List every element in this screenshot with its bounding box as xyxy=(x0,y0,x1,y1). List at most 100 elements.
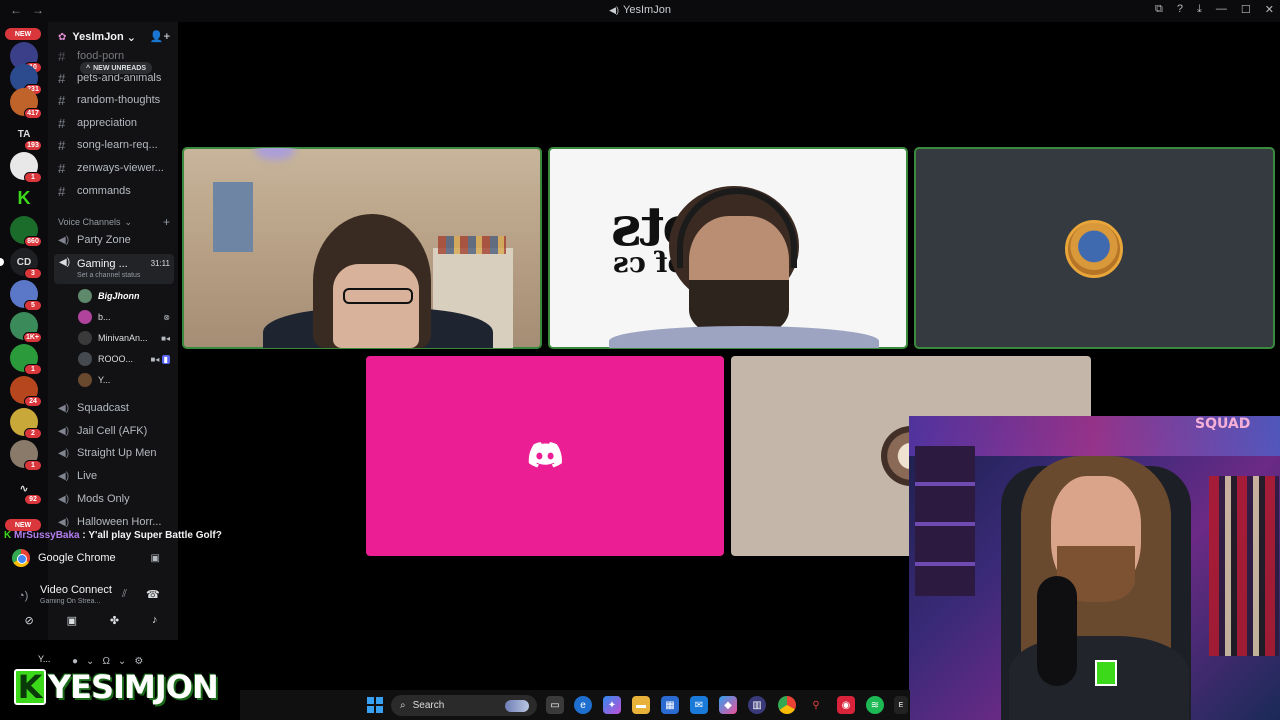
chevron-down-icon[interactable]: ⌄ xyxy=(86,656,94,667)
voice-user[interactable]: MinivanAn... ■◂ xyxy=(78,328,170,348)
hash-icon: # xyxy=(58,48,66,64)
speaker-icon: ◀) xyxy=(58,425,70,437)
voice-user[interactable]: Y... xyxy=(78,370,170,390)
maximize-icon[interactable]: ☐ xyxy=(1241,3,1251,16)
screen-share-icon[interactable]: ⧉ xyxy=(1155,3,1163,16)
voice-channels-category[interactable]: Voice Channels ⌄ + xyxy=(58,215,170,229)
channel-status[interactable]: Set a channel status xyxy=(77,272,140,279)
voice-user[interactable]: b... ⊗ xyxy=(78,307,170,327)
chevron-up-icon: ^ xyxy=(86,64,91,72)
server-icon[interactable]: 1 xyxy=(10,344,42,375)
server-icon-ta[interactable]: TA 193 xyxy=(10,120,42,151)
active-voice-name: Gaming ... xyxy=(77,258,128,270)
server-icon[interactable]: 860 xyxy=(10,216,42,247)
person-shirt xyxy=(609,326,879,348)
office-icon[interactable]: ◆ xyxy=(719,696,737,714)
search-placeholder: Search xyxy=(412,700,445,711)
text-channel-song-learn[interactable]: # song-learn-req... xyxy=(58,135,158,155)
server-icon[interactable]: 1 xyxy=(10,152,42,183)
new-pill-top[interactable]: NEW xyxy=(5,28,41,40)
unread-badge: 3 xyxy=(24,268,42,279)
soundboard-icon[interactable]: ♪ xyxy=(152,614,158,636)
text-channel-random-thoughts[interactable]: # random-thoughts xyxy=(58,90,160,110)
voice-channel-jail-cell[interactable]: ◀) Jail Cell (AFK) xyxy=(58,421,147,441)
channel-label: Straight Up Men xyxy=(77,447,157,459)
server-icon[interactable]: 1 xyxy=(10,440,42,471)
server-icon[interactable]: ∿ 92 xyxy=(10,474,42,505)
kick-server-icon[interactable]: K xyxy=(10,184,38,212)
neon-sign: SQUAD xyxy=(1195,416,1251,432)
obs-icon[interactable]: ◉ xyxy=(837,696,855,714)
task-view-icon[interactable]: ▭ xyxy=(546,696,564,714)
map-pin-icon[interactable]: ⚲ xyxy=(807,696,825,714)
server-name: YesImJon xyxy=(72,31,124,43)
microphone xyxy=(1037,576,1077,686)
video-tile-webcam-2[interactable]: rots of cs xyxy=(548,147,908,349)
copilot-icon[interactable]: ✦ xyxy=(603,696,621,714)
voice-channel-name[interactable]: Gaming On Strea... xyxy=(40,598,110,605)
server-icon[interactable]: 24 xyxy=(10,376,42,407)
voice-channel-squadcast[interactable]: ◀) Squadcast xyxy=(58,398,129,418)
channel-label: random-thoughts xyxy=(77,94,161,106)
username[interactable]: Y... xyxy=(38,654,50,664)
stream-icon[interactable]: ▣ xyxy=(151,553,160,564)
text-channel-commands[interactable]: # commands xyxy=(58,181,131,201)
text-channel-zenways-viewer[interactable]: # zenways-viewer... xyxy=(58,158,164,178)
speaker-icon: ◀) xyxy=(58,470,70,482)
video-tile-webcam-1[interactable] xyxy=(182,147,542,349)
app-icon[interactable]: ▥ xyxy=(748,696,766,714)
file-explorer-icon[interactable]: ▬ xyxy=(632,696,650,714)
voice-user[interactable]: BigJhonn xyxy=(78,286,170,306)
server-icon-cd[interactable]: CD 3 xyxy=(10,248,42,279)
taskbar-search[interactable]: ⌕ Search xyxy=(391,695,537,716)
epic-games-icon[interactable]: E xyxy=(894,696,908,714)
text-channel-appreciation[interactable]: # appreciation xyxy=(58,113,137,133)
speaker-icon: ◀) xyxy=(58,516,70,528)
microphone-icon[interactable]: ● xyxy=(72,656,78,667)
hash-icon: # xyxy=(58,92,66,108)
voice-channel-halloween[interactable]: ◀) Halloween Horr... xyxy=(58,512,161,532)
add-channel-icon[interactable]: + xyxy=(163,215,170,229)
mail-icon[interactable]: ✉ xyxy=(690,696,708,714)
channel-label: food-porn xyxy=(77,50,125,62)
voice-channel-party-zone[interactable]: ◀) Party Zone xyxy=(58,230,131,250)
server-icon[interactable]: 1K+ xyxy=(10,312,42,343)
new-unreads-pill[interactable]: ^ NEW UNREADS xyxy=(80,62,152,74)
noise-suppression-icon[interactable]: ⫽ xyxy=(122,588,127,601)
download-icon[interactable]: ⤓ xyxy=(1197,3,1202,16)
channel-label: Party Zone xyxy=(77,234,131,246)
active-voice-channel[interactable]: ◀) Gaming ... 31:11 Set a channel status xyxy=(54,254,174,284)
windows-start-icon[interactable] xyxy=(367,697,383,713)
disconnect-icon[interactable]: ☎ xyxy=(146,588,160,601)
channel-label: Jail Cell (AFK) xyxy=(77,425,148,437)
close-icon[interactable]: ✕ xyxy=(1265,3,1274,16)
spotify-icon[interactable]: ≋ xyxy=(866,696,884,714)
video-tile-avatar-user[interactable] xyxy=(914,147,1275,349)
streaming-app-row[interactable]: Google Chrome ▣ xyxy=(12,548,172,568)
help-icon[interactable]: ? xyxy=(1177,3,1183,16)
chevron-down-icon: ⌄ xyxy=(126,31,136,44)
screen-share-icon[interactable]: ▣ xyxy=(67,614,77,636)
edge-icon[interactable]: e xyxy=(574,696,592,714)
server-icon[interactable]: 417 xyxy=(10,88,42,119)
server-icon[interactable]: 5 xyxy=(10,280,42,311)
green-badge xyxy=(1095,660,1117,686)
gear-icon[interactable]: ⚙ xyxy=(134,656,143,667)
invite-people-icon[interactable]: 👤+ xyxy=(150,30,170,43)
headphones-icon[interactable]: Ω xyxy=(102,656,109,667)
channel-label: Squadcast xyxy=(77,402,129,414)
chevron-down-icon[interactable]: ⌄ xyxy=(118,656,126,667)
voice-channel-straight-up-men[interactable]: ◀) Straight Up Men xyxy=(58,443,156,463)
voice-channel-live[interactable]: ◀) Live xyxy=(58,466,97,486)
voice-user[interactable]: ROOO... ■◂ ▮ xyxy=(78,349,170,369)
video-tile-no-avatar[interactable] xyxy=(366,356,724,556)
hash-icon: # xyxy=(58,137,66,153)
activities-icon[interactable]: ✤ xyxy=(110,614,119,636)
server-icon[interactable]: 2 xyxy=(10,408,42,439)
camera-off-icon[interactable]: ⊘ xyxy=(24,614,33,636)
chrome-taskbar-icon[interactable] xyxy=(778,696,796,714)
minimize-icon[interactable]: — xyxy=(1216,3,1227,16)
voice-channel-mods-only[interactable]: ◀) Mods Only xyxy=(58,489,130,509)
store-icon[interactable]: ▦ xyxy=(661,696,679,714)
avatar xyxy=(1065,220,1123,278)
